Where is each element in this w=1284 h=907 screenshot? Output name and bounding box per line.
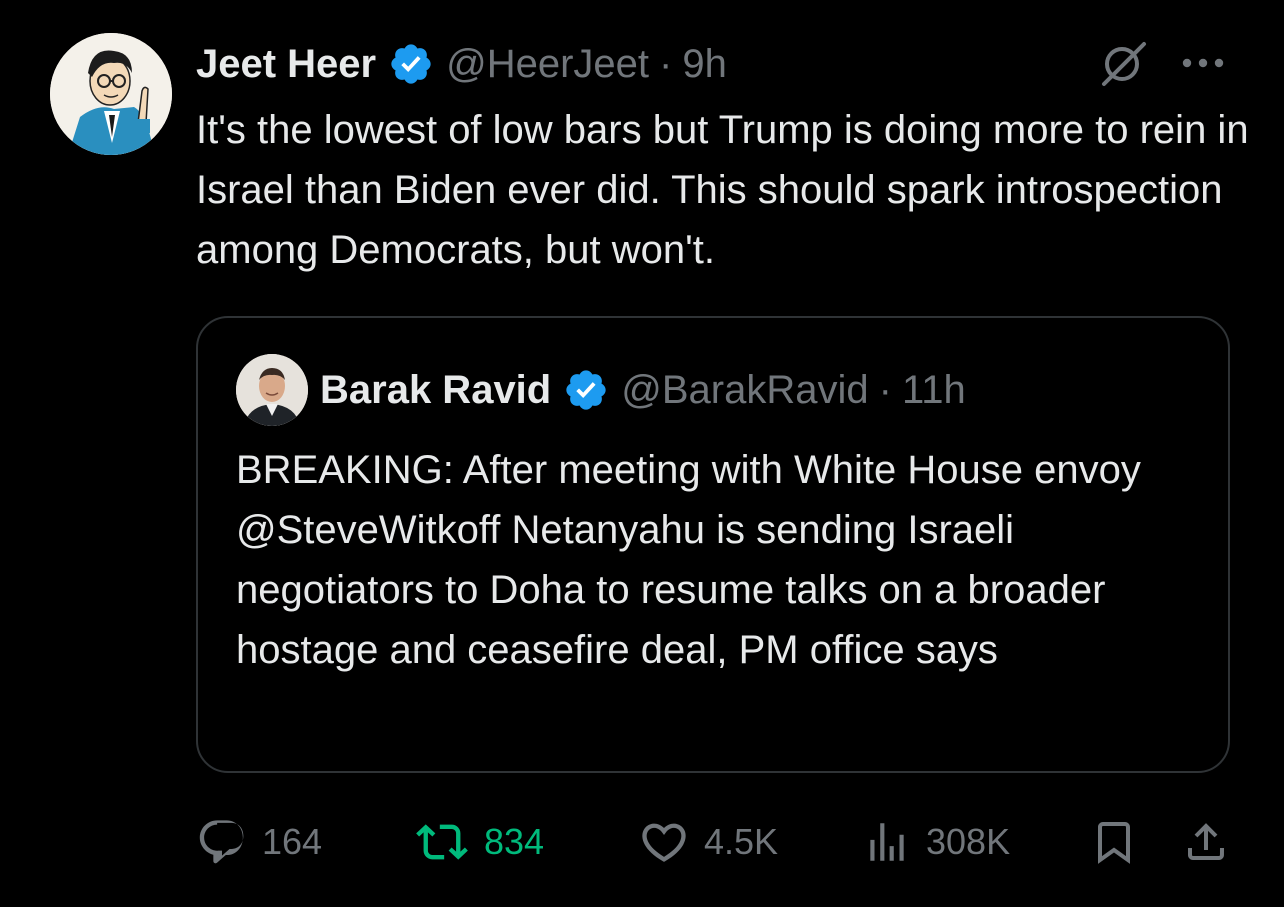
retweet-count: 834 (484, 821, 545, 862)
share-icon (1188, 823, 1224, 860)
quoted-author-display-name[interactable]: Barak Ravid (320, 368, 551, 413)
quoted-author-handle[interactable]: @BarakRavid (621, 368, 868, 413)
header-separator: · (659, 41, 673, 86)
tweet-timestamp[interactable]: 9h (682, 42, 727, 87)
tweet-text: It's the lowest of low bars but Trump is… (196, 108, 1249, 272)
retweet-icon (416, 824, 468, 860)
quoted-tweet-text: BREAKING: After meeting with White House… (236, 448, 1141, 672)
bookmark-button[interactable] (1090, 818, 1138, 871)
quoted-tweet-header: Barak Ravid @BarakRavid · 11h (320, 364, 966, 416)
share-button[interactable] (1182, 818, 1230, 871)
like-button[interactable]: 4.5K (638, 812, 778, 872)
reply-button[interactable]: 164 (196, 812, 322, 872)
views-icon (870, 823, 904, 861)
verified-badge-icon[interactable] (388, 41, 434, 87)
author-display-name[interactable]: Jeet Heer (196, 42, 376, 87)
more-options-icon[interactable] (1180, 48, 1226, 78)
quoted-tweet-timestamp[interactable]: 11h (902, 368, 966, 413)
reply-icon (199, 820, 244, 864)
retweet-button[interactable]: 834 (414, 812, 544, 872)
heart-icon (642, 823, 686, 862)
author-avatar[interactable] (50, 33, 172, 155)
tweet-header: Jeet Heer @HeerJeet · 9h (196, 38, 727, 90)
grok-icon[interactable] (1098, 40, 1150, 88)
views-button[interactable]: 308K (862, 812, 1010, 872)
quoted-verified-badge-icon[interactable] (563, 367, 609, 413)
author-handle[interactable]: @HeerJeet (446, 42, 649, 87)
quoted-header-separator: · (878, 367, 892, 412)
quoted-author-avatar[interactable] (236, 354, 308, 426)
views-count: 308K (926, 821, 1011, 862)
tweet-action-bar: 164 834 4.5K 308K (196, 812, 1236, 872)
tweet[interactable]: Jeet Heer @HeerJeet · 9h It's the lowest… (0, 0, 1284, 907)
quoted-tweet-card[interactable]: Barak Ravid @BarakRavid · 11h BREAKING: … (196, 316, 1230, 773)
bookmark-icon (1098, 822, 1130, 864)
reply-count: 164 (262, 821, 323, 862)
like-count: 4.5K (704, 821, 779, 862)
